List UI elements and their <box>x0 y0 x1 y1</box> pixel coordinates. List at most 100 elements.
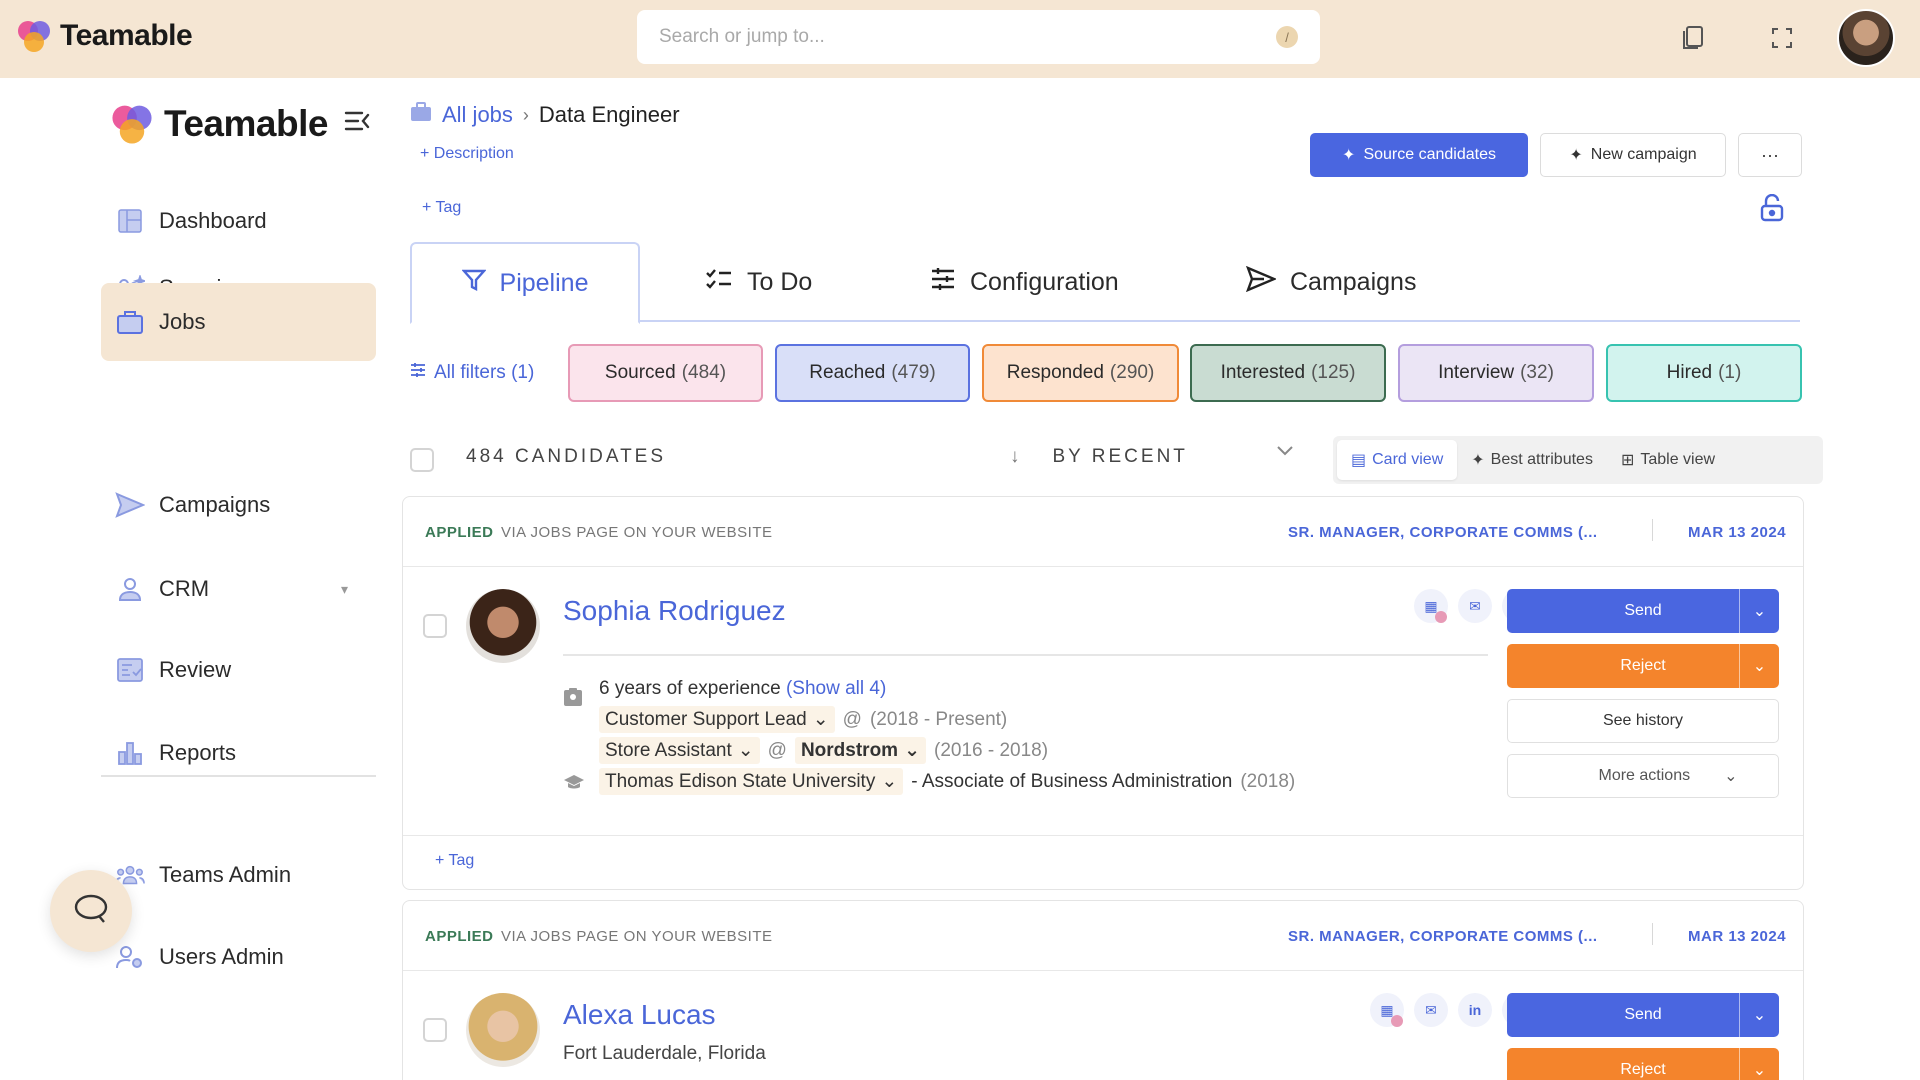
job-title-chip[interactable]: Store Assistant ⌄ <box>599 737 760 764</box>
send-icon <box>1245 265 1278 299</box>
stage-reached[interactable]: Reached (479) <box>775 344 970 402</box>
tab-pipeline[interactable]: Pipeline <box>410 242 640 324</box>
card-view-icon: ▤ <box>1351 452 1367 469</box>
add-tag-link[interactable]: + Tag <box>422 199 461 217</box>
show-all-link[interactable]: (Show all 4) <box>786 678 886 699</box>
add-description-link[interactable]: + Description <box>420 145 514 163</box>
table-view-button[interactable]: ⊞ Table view <box>1607 440 1729 480</box>
candidate-checkbox[interactable] <box>423 614 447 638</box>
search-placeholder: Search or jump to... <box>659 26 825 47</box>
more-options-button[interactable]: ··· <box>1738 133 1802 177</box>
chevron-down-icon[interactable]: ⌄ <box>1739 1048 1779 1080</box>
user-avatar[interactable] <box>1837 9 1895 67</box>
chat-support-button[interactable] <box>50 870 132 952</box>
see-history-button[interactable]: See history <box>1507 699 1779 743</box>
card-body: Alexa Lucas Fort Lauderdale, Florida ▦ ✉… <box>403 971 1803 1080</box>
tab-todo[interactable]: To Do <box>705 242 812 322</box>
card-header: APPLIED VIA JOBS PAGE ON YOUR WEBSITE SR… <box>403 497 1803 567</box>
email-icon[interactable]: ✉ <box>1458 589 1492 623</box>
header-divider <box>1652 519 1653 541</box>
sidebar-item-label: Jobs <box>159 309 206 334</box>
experience-years: 6 years of experience <box>599 678 781 699</box>
send-button[interactable]: Send ⌄ <box>1507 589 1779 633</box>
view-label: Table view <box>1640 451 1716 468</box>
stage-interview[interactable]: Interview (32) <box>1398 344 1594 402</box>
new-campaign-button[interactable]: ✦ New campaign <box>1540 133 1726 177</box>
reject-button[interactable]: Reject ⌄ <box>1507 1048 1779 1080</box>
card-view-button[interactable]: ▤ Card view <box>1337 440 1458 480</box>
stage-hired[interactable]: Hired (1) <box>1606 344 1802 402</box>
degree: - Associate of Business Administration <box>911 770 1233 792</box>
sidebar-logo[interactable]: Teamable <box>110 102 328 146</box>
reject-button[interactable]: Reject ⌄ <box>1507 644 1779 688</box>
job-role-link[interactable]: SR. MANAGER, CORPORATE COMMS (... <box>1288 928 1598 945</box>
best-attributes-button[interactable]: ✦ Best attributes <box>1457 440 1607 480</box>
breadcrumb-all-jobs[interactable]: All jobs <box>442 102 513 128</box>
sidebar-item-users-admin[interactable]: Users Admin <box>101 918 376 996</box>
sidebar-item-label: Reports <box>159 740 237 765</box>
stage-sourced[interactable]: Sourced (484) <box>568 344 763 402</box>
resume-icon[interactable]: ▦ <box>1370 993 1404 1027</box>
copy-icon[interactable] <box>1675 20 1711 56</box>
all-filters-button[interactable]: All filters (1) <box>410 344 534 402</box>
linkedin-icon[interactable]: in <box>1458 993 1492 1027</box>
select-all-checkbox[interactable] <box>410 448 434 472</box>
unlock-icon[interactable] <box>1760 193 1784 227</box>
stage-count: (125) <box>1311 362 1356 383</box>
candidate-count: 484 CANDIDATES <box>466 446 667 467</box>
sidebar-item-label: Users Admin <box>159 944 284 969</box>
checklist-icon <box>705 267 733 298</box>
add-tag-link[interactable]: + Tag <box>435 852 474 870</box>
stage-responded[interactable]: Responded (290) <box>982 344 1179 402</box>
candidate-avatar[interactable] <box>466 993 540 1067</box>
candidate-name[interactable]: Alexa Lucas <box>563 999 716 1031</box>
tab-label: Configuration <box>970 267 1119 296</box>
topbar-logo[interactable]: Teamable <box>16 18 193 54</box>
sidebar-item-jobs[interactable]: Jobs <box>101 283 376 361</box>
tab-label: Pipeline <box>499 268 589 297</box>
stage-interested[interactable]: Interested (125) <box>1190 344 1386 402</box>
stage-count: (1) <box>1718 362 1742 383</box>
chat-icon <box>73 893 109 930</box>
candidate-checkbox[interactable] <box>423 1018 447 1042</box>
more-actions-button[interactable]: More actions ⌄ <box>1507 754 1779 798</box>
email-icon[interactable]: ✉ <box>1414 993 1448 1027</box>
candidate-avatar[interactable] <box>466 589 540 663</box>
chevron-down-icon[interactable] <box>1276 444 1294 462</box>
tab-campaigns[interactable]: Campaigns <box>1245 242 1416 322</box>
send-icon <box>115 490 145 520</box>
send-button[interactable]: Send ⌄ <box>1507 993 1779 1037</box>
sidebar-item-campaigns[interactable]: Campaigns <box>101 466 376 544</box>
fullscreen-icon[interactable] <box>1764 20 1800 56</box>
school-chip[interactable]: Thomas Edison State University ⌄ <box>599 768 904 795</box>
chevron-down-icon[interactable]: ⌄ <box>1739 993 1779 1037</box>
main-content: All jobs › Data Engineer + Description +… <box>390 78 1920 1080</box>
chevron-down-icon[interactable]: ⌄ <box>1739 589 1779 633</box>
sidebar-item-review[interactable]: Review <box>101 631 376 709</box>
job-title-chip[interactable]: Customer Support Lead ⌄ <box>599 706 835 733</box>
candidate-name[interactable]: Sophia Rodriguez <box>563 595 786 627</box>
sparkle-icon: ✦ <box>1569 147 1583 164</box>
at-symbol: @ <box>842 708 862 730</box>
company-chip[interactable]: Nordstrom ⌄ <box>794 737 926 764</box>
experience-summary: 6 years of experience (Show all 4) <box>599 678 886 700</box>
source-candidates-button[interactable]: ✦ Source candidates <box>1310 133 1528 177</box>
sidebar-item-reports[interactable]: Reports <box>101 714 376 792</box>
tab-configuration[interactable]: Configuration <box>930 242 1119 322</box>
teamable-logo-icon <box>18 21 50 52</box>
sidebar-item-teams-admin[interactable]: Teams Admin <box>101 836 376 914</box>
candidate-location: Fort Lauderdale, Florida <box>563 1043 766 1064</box>
resume-icon[interactable]: ▦ <box>1414 589 1448 623</box>
sidebar-item-crm[interactable]: CRM ▾ <box>101 550 376 628</box>
chevron-down-icon: ⌄ <box>1724 768 1738 785</box>
sidebar-item-label: Campaigns <box>159 492 271 517</box>
stage-count: (290) <box>1109 362 1155 383</box>
chevron-down-icon[interactable]: ⌄ <box>1739 644 1779 688</box>
collapse-menu-icon[interactable] <box>344 110 370 137</box>
search-input[interactable]: Search or jump to... / <box>637 10 1320 64</box>
topbar-brand-name: Teamable <box>60 19 193 52</box>
chevron-down-icon[interactable]: ▾ <box>341 581 348 598</box>
job-role-link[interactable]: SR. MANAGER, CORPORATE COMMS (... <box>1288 524 1598 541</box>
sort-dropdown[interactable]: ↓ BY RECENT <box>1010 446 1188 468</box>
all-filters-label: All filters (1) <box>434 362 535 383</box>
